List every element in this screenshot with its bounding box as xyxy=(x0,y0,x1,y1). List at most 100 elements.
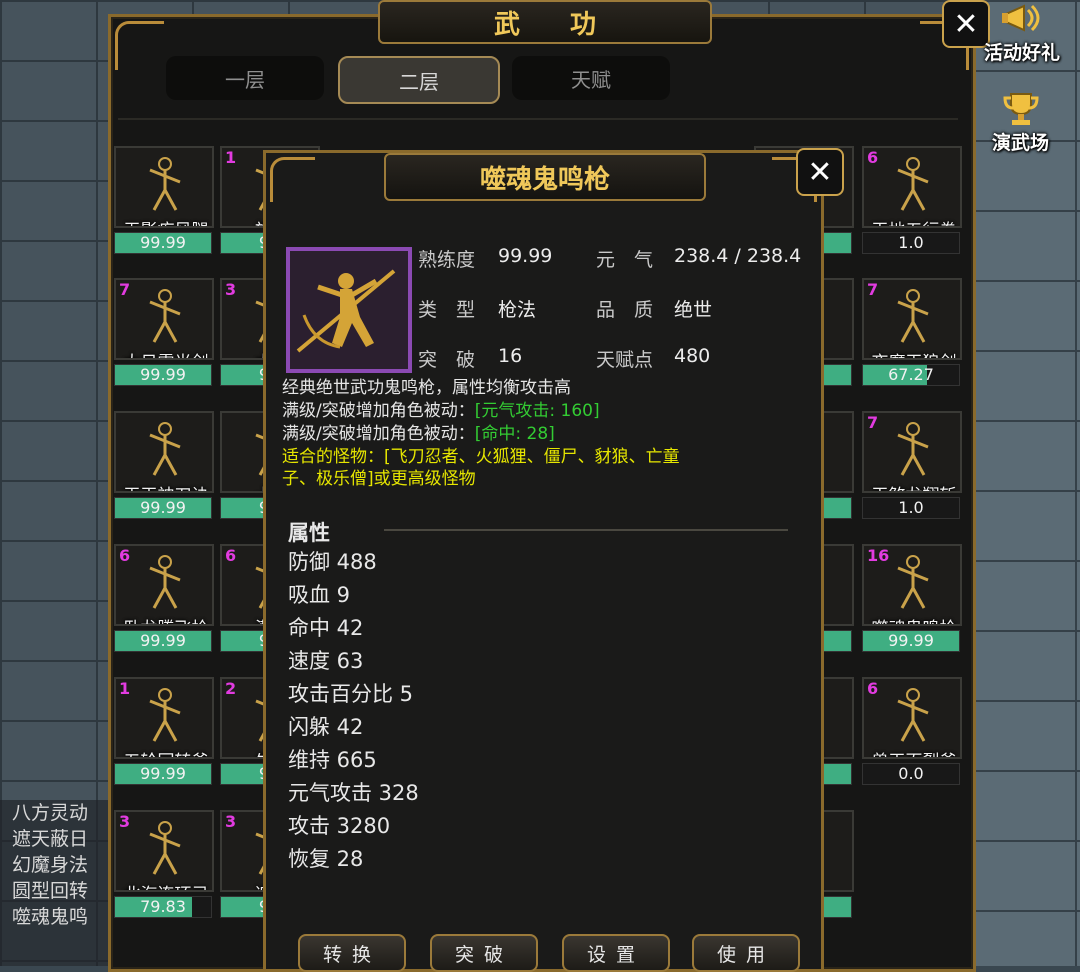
skill-icon: 16 噬魂鬼鸣枪 xyxy=(862,544,962,626)
attribute-row: 速度 63 xyxy=(288,649,364,673)
proficiency-bar: 99.99 xyxy=(114,630,212,652)
proficiency-value: 99.99 xyxy=(140,365,186,384)
skill-icon: 无影疾风腿 xyxy=(114,146,214,228)
chat-line: 八方灵动 xyxy=(12,802,89,824)
trophy-icon xyxy=(1002,93,1039,125)
skill-icon: 天王神刀诀 xyxy=(114,411,214,493)
skill-name: 北海连环弓 xyxy=(116,880,212,890)
skill-name: 天地五行拳 xyxy=(864,216,960,226)
skill-portrait-icon xyxy=(286,247,412,373)
proficiency-value: 99.99 xyxy=(888,631,934,650)
panel-title: 武功 xyxy=(493,9,646,40)
proficiency-value: 79.83 xyxy=(140,897,186,916)
skill-level-badge: 7 xyxy=(867,413,879,432)
close-icon: ✕ xyxy=(807,154,833,190)
skill-icon: 1 五轮回转斧 xyxy=(114,677,214,759)
skill-cell[interactable]: 16 噬魂鬼鸣枪 99.99 xyxy=(862,544,962,652)
use-button[interactable]: 使用 xyxy=(692,934,800,972)
skill-figure-icon xyxy=(149,422,181,476)
tabs-divider xyxy=(118,118,958,120)
button-label: 设置 xyxy=(586,943,645,966)
passive-bonus-1: 满级/突破增加角色被动：[元气攻击: 160] xyxy=(282,396,600,421)
breakthrough-value: 16 xyxy=(498,345,523,367)
skill-level-badge: 2 xyxy=(225,679,237,698)
proficiency-bar: 0.0 xyxy=(862,763,960,785)
frame-corner xyxy=(270,157,315,202)
proficiency-bar: 99.99 xyxy=(114,497,212,519)
attribute-row: 元气攻击 328 xyxy=(288,781,419,805)
skill-figure-icon xyxy=(897,422,929,476)
skill-name: 卧龙腾飞枪 xyxy=(116,614,212,624)
skill-figure-icon xyxy=(149,821,181,875)
proficiency-value: 99.99 xyxy=(498,245,553,267)
skill-cell[interactable]: 7 大日雷光剑 99.99 xyxy=(114,278,214,386)
skill-cell[interactable]: 7 天煞龙翔斩 1.0 xyxy=(862,411,962,519)
skill-level-badge: 7 xyxy=(867,280,879,299)
settings-button[interactable]: 设置 xyxy=(562,934,670,972)
skill-cell[interactable]: 3 北海连环弓 79.83 xyxy=(114,810,214,918)
passive-value: [命中: 28] xyxy=(474,424,555,444)
skill-level-badge: 1 xyxy=(225,148,237,167)
skill-icon: 6 卧龙腾飞枪 xyxy=(114,544,214,626)
skill-detail-title: 噬魂鬼鸣枪 xyxy=(384,153,706,201)
skill-level-badge: 16 xyxy=(867,546,890,565)
megaphone-icon xyxy=(1002,4,1040,32)
suitable-monsters-line2: 子、极乐僧]或更高级怪物 xyxy=(282,469,476,489)
skill-name: 噬魂鬼鸣枪 xyxy=(864,614,960,624)
chat-line: 遮天蔽日 xyxy=(12,828,89,850)
tab-talent[interactable]: 天赋 xyxy=(512,56,670,100)
skill-level-badge: 3 xyxy=(119,812,131,831)
skill-level-badge: 6 xyxy=(867,679,879,698)
close-detail-button[interactable]: ✕ xyxy=(796,148,844,196)
skill-level-badge: 1 xyxy=(119,679,131,698)
skill-level-badge: 6 xyxy=(867,148,879,167)
event-gift-label: 活动好礼 xyxy=(984,42,1061,64)
proficiency-bar: 1.0 xyxy=(862,497,960,519)
skill-level-badge: 6 xyxy=(119,546,131,565)
attribute-row: 攻击百分比 5 xyxy=(288,682,414,706)
proficiency-value: 0.0 xyxy=(898,764,924,783)
tab-floor-1[interactable]: 一层 xyxy=(166,56,324,100)
skill-cell[interactable]: 7 夜魔天狼剑 67.27 xyxy=(862,278,962,386)
skill-cell[interactable]: 6 兽王百裂斧 0.0 xyxy=(862,677,962,785)
convert-button[interactable]: 转换 xyxy=(298,934,406,972)
type-value: 枪法 xyxy=(498,299,537,321)
chat-line: 噬魂鬼鸣 xyxy=(12,906,89,928)
qi-value: 238.4 / 238.4 xyxy=(674,245,802,267)
proficiency-value: 99.99 xyxy=(140,233,186,252)
proficiency-bar: 67.27 xyxy=(862,364,960,386)
tab-floor-2[interactable]: 二层 xyxy=(338,56,500,104)
skill-cell[interactable]: 6 天地五行拳 1.0 xyxy=(862,146,962,254)
chat-log[interactable]: 八方灵动 遮天蔽日 幻魔身法 圆型回转 噬魂鬼鸣 xyxy=(0,800,110,966)
skill-name: 大日雷光剑 xyxy=(116,348,212,358)
skill-cell[interactable]: 6 卧龙腾飞枪 99.99 xyxy=(114,544,214,652)
proficiency-value: 99.99 xyxy=(140,498,186,517)
attribute-row: 闪躲 42 xyxy=(288,715,364,739)
skill-name: 夜魔天狼剑 xyxy=(864,348,960,358)
skill-name: 兽王百裂斧 xyxy=(864,747,960,757)
chat-line: 圆型回转 xyxy=(12,880,89,902)
skill-name: 无影疾风腿 xyxy=(116,216,212,226)
attribute-row: 恢复 28 xyxy=(288,847,364,871)
skill-icon: 7 大日雷光剑 xyxy=(114,278,214,360)
skill-name: 五轮回转斧 xyxy=(116,747,212,757)
skill-cell[interactable]: 无影疾风腿 99.99 xyxy=(114,146,214,254)
skill-cell[interactable]: 天王神刀诀 99.99 xyxy=(114,411,214,519)
proficiency-bar: 99.99 xyxy=(114,232,212,254)
button-label: 使用 xyxy=(716,943,775,966)
skill-cell[interactable]: 1 五轮回转斧 99.99 xyxy=(114,677,214,785)
skill-figure-icon xyxy=(149,688,181,742)
close-panel-button[interactable]: ✕ xyxy=(942,0,990,48)
attribute-row: 攻击 3280 xyxy=(288,814,391,838)
breakthrough-button[interactable]: 突破 xyxy=(430,934,538,972)
skill-level-badge: 3 xyxy=(225,812,237,831)
button-label: 突破 xyxy=(454,943,513,966)
chat-line: 幻魔身法 xyxy=(12,854,89,876)
proficiency-label: 熟练度 xyxy=(418,249,476,271)
skill-icon: 3 北海连环弓 xyxy=(114,810,214,892)
event-gift-button[interactable]: 活动好礼 xyxy=(984,0,1060,65)
skill-name: 天王神刀诀 xyxy=(116,481,212,491)
skill-icon: 6 天地五行拳 xyxy=(862,146,962,228)
skill-figure-icon xyxy=(149,157,181,211)
arena-button[interactable]: 演武场 xyxy=(992,90,1049,155)
